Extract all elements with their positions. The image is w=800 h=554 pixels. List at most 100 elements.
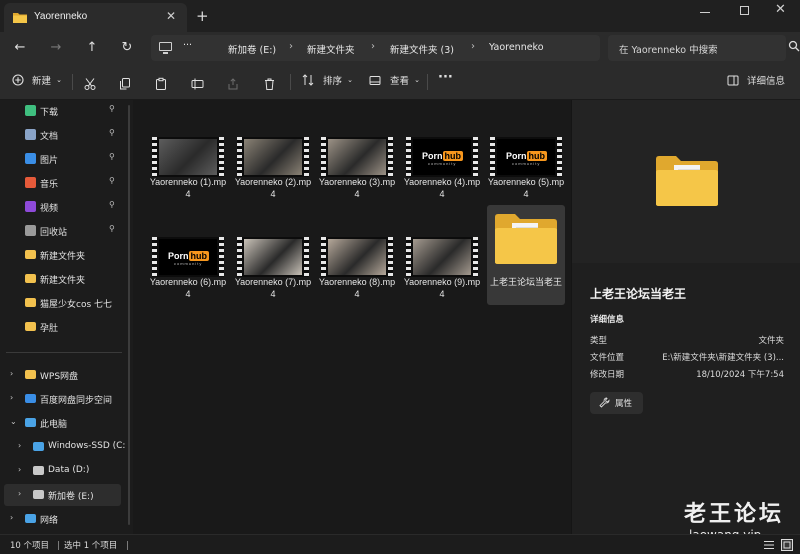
sidebar-item-quick-access[interactable]: 下载 ⚲ (0, 100, 122, 122)
video-file-item[interactable]: Yaorenneko (2).mp4 (234, 133, 312, 233)
more-options-button[interactable]: ··· (438, 70, 453, 88)
breadcrumb-current[interactable]: Yaorenneko (489, 42, 544, 53)
sidebar-item-quick-access[interactable]: 孕肚 (0, 316, 122, 338)
status-divider (127, 541, 128, 550)
breadcrumb-separator[interactable]: › (471, 41, 475, 52)
sidebar-item-label: 图片 (40, 156, 59, 166)
toolbar-divider (72, 74, 73, 90)
breadcrumb-folder-2[interactable]: 新建文件夹 (3) (390, 42, 454, 56)
chevron-down-icon: ⌄ (56, 76, 62, 84)
navigation-pane: 下载 ⚲ 文档 ⚲ 图片 ⚲ 音乐 ⚲ 视频 ⚲ 回收站 ⚲ 新建文件夹 新建文件夹 猫屋少女cos 七七孕… (0, 100, 130, 534)
item-count: 10 个项目 (10, 541, 50, 551)
maximize-button[interactable] (740, 6, 749, 15)
video-file-item[interactable]: Yaorenneko (9).mp4 (403, 233, 481, 333)
details-pane-button[interactable]: 详细信息 (727, 73, 785, 91)
video-file-item[interactable]: Porn hub community Yaorenneko (6).mp4 (149, 233, 227, 333)
sidebar-item-label: Data (D:) (48, 465, 90, 475)
chevron-right-icon[interactable]: › (18, 441, 21, 450)
selection-count: 选中 1 个项目 (64, 541, 118, 551)
delete-icon[interactable] (264, 75, 275, 93)
video-file-item[interactable]: Yaorenneko (8).mp4 (318, 233, 396, 333)
sort-icon (302, 74, 314, 86)
breadcrumb-separator[interactable]: › (289, 41, 293, 52)
details-label: 详细信息 (747, 76, 786, 87)
sidebar-item-label: 新建文件夹 (40, 252, 86, 262)
sidebar-item-label: WPS网盘 (40, 372, 79, 382)
video-file-item[interactable]: Porn hub community Yaorenneko (4).mp4 (403, 133, 481, 233)
folder-item[interactable]: 上老王论坛当老王 (487, 205, 565, 305)
tiles-view-icon[interactable] (781, 539, 793, 551)
sidebar-tree-item[interactable]: › Data (D:) (0, 460, 122, 482)
back-button[interactable]: ← (10, 38, 30, 58)
sidebar-tree-item[interactable]: › Windows-SSD (C: (0, 436, 126, 458)
refresh-button[interactable]: ↻ (117, 38, 137, 58)
details-view-icon[interactable] (764, 540, 774, 550)
cut-icon[interactable] (84, 75, 96, 93)
sidebar-tree-item[interactable]: › 百度网盘同步空间 (0, 388, 122, 410)
sidebar-item-quick-access[interactable]: 新建文件夹 (0, 268, 122, 290)
file-name: Yaorenneko (5).mp4 (487, 177, 565, 199)
sort-button[interactable]: 排序 ⌄ (302, 73, 353, 91)
sidebar-item-quick-access[interactable]: 回收站 ⚲ (0, 220, 122, 242)
sidebar-item-label: Windows-SSD (C: (48, 441, 126, 451)
chevron-right-icon[interactable]: › (18, 489, 21, 498)
sidebar-item-label: 孕肚 (40, 324, 59, 334)
search-icon[interactable] (788, 40, 800, 52)
forward-button[interactable]: → (46, 38, 66, 58)
file-name: Yaorenneko (8).mp4 (318, 277, 396, 299)
properties-button[interactable]: 属性 (590, 392, 643, 414)
close-tab-icon[interactable]: ✕ (166, 9, 176, 23)
folder-icon (25, 274, 36, 283)
sidebar-item-quick-access[interactable]: 音乐 ⚲ (0, 172, 122, 194)
chevron-right-icon[interactable]: › (18, 465, 21, 474)
sidebar-item-quick-access[interactable]: 文档 ⚲ (0, 124, 122, 146)
video-file-item[interactable]: Yaorenneko (3).mp4 (318, 133, 396, 233)
up-button[interactable]: ↑ (82, 38, 102, 58)
paste-icon[interactable] (155, 75, 167, 93)
sidebar-item-quick-access[interactable]: 视频 ⚲ (0, 196, 122, 218)
tab-yaorenneko[interactable]: Yaorenneko ✕ (4, 3, 187, 32)
rename-icon[interactable] (191, 75, 204, 93)
sidebar-item-quick-access[interactable]: 新建文件夹 (0, 244, 122, 266)
new-button[interactable]: 新建 ⌄ (12, 73, 62, 91)
new-tab-button[interactable]: + (196, 7, 209, 25)
drive-c-icon (33, 442, 44, 451)
sidebar-tree-item[interactable]: › 新加卷 (E:) (4, 484, 121, 506)
address-bar[interactable]: ··· 新加卷 (E:) › 新建文件夹 › 新建文件夹 (3) › Yaore… (151, 35, 600, 61)
sidebar-scrollbar[interactable] (128, 105, 130, 525)
music-icon (25, 177, 36, 188)
video-file-item[interactable]: Yaorenneko (7).mp4 (234, 233, 312, 333)
chevron-right-icon[interactable]: › (10, 513, 13, 522)
drive-icon (33, 466, 44, 475)
close-window-button[interactable]: ✕ (775, 2, 786, 17)
minimize-button[interactable] (700, 12, 710, 13)
breadcrumb-folder-1[interactable]: 新建文件夹 (307, 42, 355, 56)
pin-icon: ⚲ (109, 176, 115, 185)
sidebar-item-quick-access[interactable]: 猫屋少女cos 七七 (0, 292, 122, 314)
detail-value: E:\新建文件夹\新建文件夹 (3)... (662, 353, 784, 363)
video-thumbnail (406, 237, 478, 277)
video-file-item[interactable]: Yaorenneko (1).mp4 (149, 133, 227, 233)
sidebar-item-label: 新加卷 (E:) (48, 492, 94, 502)
preview-area (572, 100, 800, 263)
chevron-right-icon[interactable]: › (10, 393, 13, 402)
drive-icon (33, 490, 44, 499)
sidebar-tree-item[interactable]: ⌄ 此电脑 (0, 412, 122, 434)
chevron-right-icon[interactable]: › (10, 369, 13, 378)
search-input[interactable]: 在 Yaorenneko 中搜索 (608, 35, 786, 61)
breadcrumb-overflow[interactable]: ··· (183, 40, 192, 51)
file-name: 上老王论坛当老王 (489, 277, 562, 287)
video-logo: Porn hub community (168, 251, 210, 266)
video-thumbnail (321, 137, 393, 177)
video-thumbnail (152, 137, 224, 177)
copy-icon[interactable] (119, 75, 131, 93)
share-icon[interactable] (227, 75, 239, 93)
sidebar-item-quick-access[interactable]: 图片 ⚲ (0, 148, 122, 170)
file-name: Yaorenneko (2).mp4 (234, 177, 312, 199)
sidebar-tree-item[interactable]: › 网络 (0, 508, 122, 530)
breadcrumb-drive[interactable]: 新加卷 (E:) (228, 42, 276, 56)
breadcrumb-separator[interactable]: › (371, 41, 375, 52)
view-button[interactable]: 查看 ⌄ (369, 73, 420, 91)
sidebar-tree-item[interactable]: › WPS网盘 (0, 364, 122, 386)
chevron-down-icon[interactable]: ⌄ (10, 417, 17, 426)
